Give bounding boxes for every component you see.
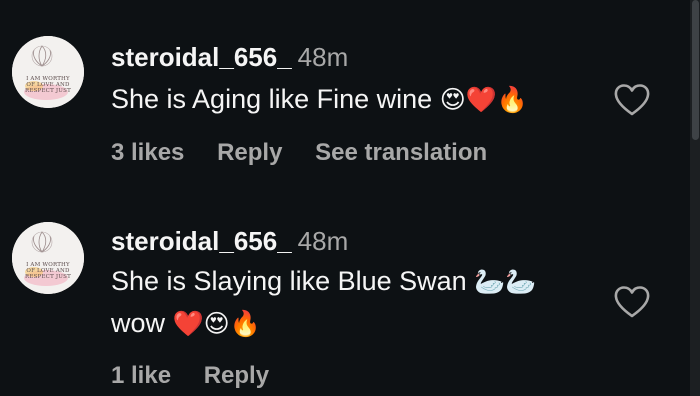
comment-item: I AM WORTHY OF LOVE AND RESPECT JUST ste… xyxy=(0,198,690,396)
swan-emoji: 🦢 xyxy=(505,268,537,296)
comment-header: steroidal_656_ 48m xyxy=(111,226,348,256)
avatar-caption: I AM WORTHY OF LOVE AND RESPECT JUST xyxy=(12,76,84,94)
comment-actions: 3 likes Reply See translation xyxy=(111,139,513,167)
likes-count-link[interactable]: 3 likes xyxy=(111,139,184,166)
comment-item: I AM WORTHY OF LOVE AND RESPECT JUST ste… xyxy=(0,0,690,200)
heart-eyes-emoji: 😍 xyxy=(203,310,230,338)
scrollbar[interactable] xyxy=(690,0,700,396)
comment-text-line: She is Aging like Fine wine xyxy=(111,84,433,114)
comment-timestamp: 48m xyxy=(297,42,349,72)
avatar-flower-icon xyxy=(12,36,84,108)
comment-timestamp: 48m xyxy=(297,226,349,256)
comment-text: wow ❤️😍🔥 xyxy=(111,306,261,340)
username-link[interactable]: steroidal_656_ xyxy=(111,42,292,72)
comment-text: She is Aging like Fine wine 😍❤️🔥 xyxy=(111,82,528,116)
likes-count-link[interactable]: 1 like xyxy=(111,362,171,389)
see-translation-button[interactable]: See translation xyxy=(315,139,487,166)
fire-emoji: 🔥 xyxy=(229,310,261,338)
red-heart-emoji: ❤️ xyxy=(465,86,497,114)
avatar-caption-line: RESPECT JUST xyxy=(25,88,71,94)
reply-button[interactable]: Reply xyxy=(217,139,282,166)
comment-header: steroidal_656_ 48m xyxy=(111,42,348,72)
fire-emoji: 🔥 xyxy=(496,86,529,114)
comment-text-line: wow xyxy=(111,308,166,338)
comment-text: She is Slaying like Blue Swan 🦢🦢 xyxy=(111,264,537,298)
avatar[interactable]: I AM WORTHY OF LOVE AND RESPECT JUST xyxy=(12,222,84,294)
username-link[interactable]: steroidal_656_ xyxy=(111,226,292,256)
heart-outline-icon[interactable] xyxy=(612,82,652,118)
scrollbar-thumb[interactable] xyxy=(692,0,699,140)
avatar[interactable]: I AM WORTHY OF LOVE AND RESPECT JUST xyxy=(12,36,84,108)
avatar-caption-line: RESPECT JUST xyxy=(25,274,71,280)
comment-text-line: She is Slaying like Blue Swan xyxy=(111,266,467,296)
red-heart-emoji: ❤️ xyxy=(172,310,204,338)
reply-button[interactable]: Reply xyxy=(204,362,269,389)
heart-outline-icon[interactable] xyxy=(612,284,652,320)
avatar-caption: I AM WORTHY OF LOVE AND RESPECT JUST xyxy=(12,262,84,280)
comment-actions: 1 like Reply xyxy=(111,362,295,390)
swan-emoji: 🦢 xyxy=(474,268,506,296)
avatar-flower-icon xyxy=(12,222,84,294)
heart-eyes-emoji: 😍 xyxy=(439,86,466,114)
